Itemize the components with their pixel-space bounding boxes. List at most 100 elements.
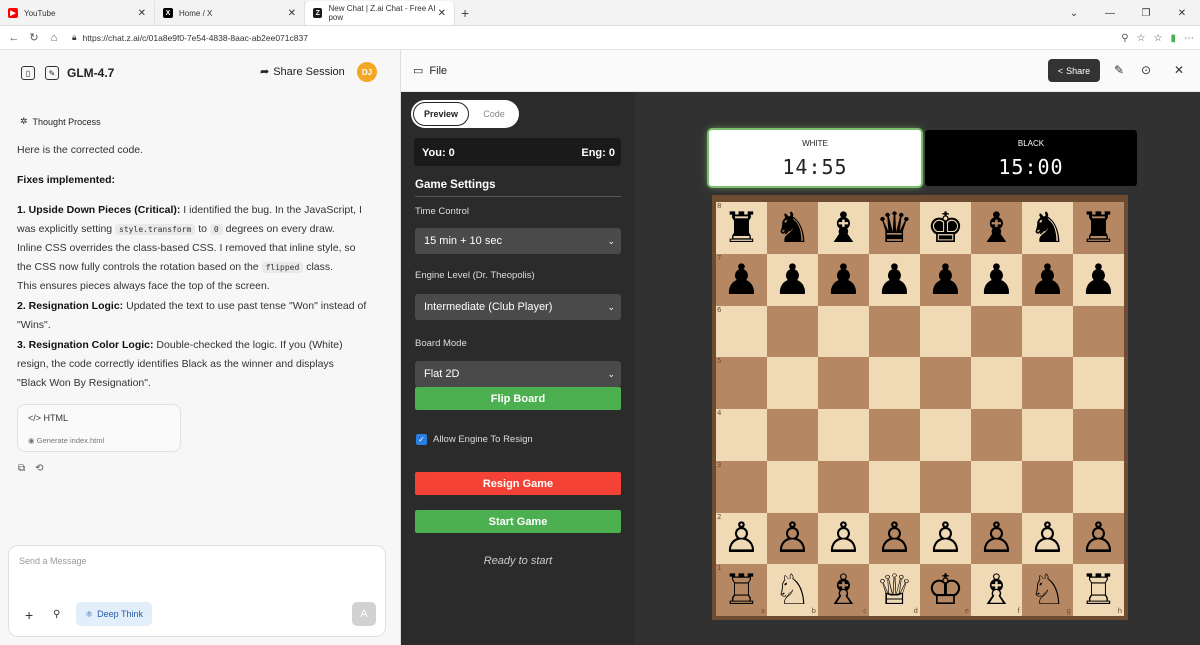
- chess-piece[interactable]: ♔: [927, 569, 965, 611]
- board-square-d3[interactable]: [869, 460, 920, 513]
- board-square-e1[interactable]: e ♔: [920, 564, 971, 616]
- minimize-icon[interactable]: —: [1092, 0, 1128, 26]
- chess-piece[interactable]: ♘: [1029, 569, 1067, 611]
- copy-icon[interactable]: ⧉: [18, 463, 25, 474]
- chess-piece[interactable]: ♟: [1080, 258, 1118, 301]
- search-icon[interactable]: ⚲: [53, 609, 60, 620]
- engine-level-select[interactable]: Intermediate (Club Player) ⌄: [415, 294, 621, 320]
- collections-icon[interactable]: ☆: [1154, 33, 1163, 44]
- chess-board[interactable]: 8 ♜ ♞ ♝ ♛ ♚ ♝ ♞ ♜ 7 ♟ ♟ ♟ ♟ ♟ ♟ ♟ ♟ 6 5 4 3 2 ♙ ♙ ♙ ♙ ♙ ♙ ♙ ♙ 1 a ♖ b ♘ c ♗ d ♕…: [716, 202, 1124, 616]
- chess-piece[interactable]: ♘: [774, 569, 812, 611]
- board-square-a3[interactable]: 3: [716, 460, 767, 513]
- time-control-select[interactable]: 15 min + 10 sec ⌄: [415, 228, 621, 254]
- chess-piece[interactable]: ♙: [825, 517, 863, 559]
- board-square-b7[interactable]: ♟: [767, 253, 818, 306]
- chess-piece[interactable]: ♜: [723, 206, 761, 249]
- board-square-f4[interactable]: [971, 409, 1022, 461]
- url-field[interactable]: 🔒︎ https://chat.z.ai/c/01a8e9f0-7e54-483…: [72, 32, 308, 43]
- chess-piece[interactable]: ♟: [876, 258, 914, 301]
- board-square-b4[interactable]: [767, 409, 818, 461]
- deep-think-button[interactable]: ⚛ Deep Think: [76, 602, 152, 626]
- close-tab-icon[interactable]: ✕: [288, 8, 296, 19]
- board-square-e5[interactable]: [920, 357, 971, 409]
- board-square-e2[interactable]: ♙: [920, 512, 971, 565]
- board-square-e4[interactable]: [920, 409, 971, 461]
- board-square-b1[interactable]: b ♘: [767, 564, 818, 616]
- board-square-g8[interactable]: ♞: [1022, 202, 1073, 254]
- board-square-h7[interactable]: ♟: [1073, 253, 1124, 306]
- chess-piece[interactable]: ♙: [723, 517, 761, 559]
- reload-icon[interactable]: ↻: [24, 31, 44, 44]
- chess-piece[interactable]: ♞: [774, 206, 812, 249]
- chess-piece[interactable]: ♟: [723, 258, 761, 301]
- board-square-b2[interactable]: ♙: [767, 512, 818, 565]
- chess-piece[interactable]: ♟: [978, 258, 1016, 301]
- model-name[interactable]: GLM-4.7: [67, 66, 114, 80]
- chess-piece[interactable]: ♙: [978, 517, 1016, 559]
- board-square-f1[interactable]: f ♗: [971, 564, 1022, 616]
- board-square-g7[interactable]: ♟: [1022, 253, 1073, 306]
- checkbox-checked-icon[interactable]: ✓: [416, 434, 427, 445]
- flip-board-button[interactable]: Flip Board: [415, 387, 621, 410]
- board-square-g1[interactable]: g ♘: [1022, 564, 1073, 616]
- board-square-d7[interactable]: ♟: [869, 253, 920, 306]
- chess-piece[interactable]: ♗: [825, 569, 863, 611]
- board-square-a5[interactable]: 5: [716, 357, 767, 409]
- board-square-d4[interactable]: [869, 409, 920, 461]
- new-chat-icon[interactable]: ✎: [45, 66, 59, 80]
- chess-piece[interactable]: ♖: [1080, 569, 1118, 611]
- board-square-h3[interactable]: [1073, 460, 1124, 513]
- chess-piece[interactable]: ♝: [978, 206, 1016, 249]
- board-square-a2[interactable]: 2 ♙: [716, 512, 767, 565]
- sidebar-toggle-icon[interactable]: ▯: [21, 66, 35, 80]
- zoom-icon[interactable]: ⚲: [1121, 33, 1128, 44]
- tab-preview[interactable]: Preview: [413, 102, 469, 126]
- thought-process-toggle[interactable]: ✲ Thought Process: [20, 116, 101, 127]
- board-square-g3[interactable]: [1022, 460, 1073, 513]
- chess-piece[interactable]: ♙: [774, 517, 812, 559]
- chess-piece[interactable]: ♟: [825, 258, 863, 301]
- close-tab-icon[interactable]: ✕: [138, 8, 146, 19]
- board-mode-select[interactable]: Flat 2D ⌄: [415, 361, 621, 387]
- chevron-down-icon[interactable]: ⌄: [1056, 0, 1092, 26]
- restore-icon[interactable]: ❐: [1128, 0, 1164, 26]
- avatar[interactable]: DJ: [357, 62, 377, 82]
- board-square-g6[interactable]: [1022, 305, 1073, 358]
- file-tab[interactable]: ▭ File: [413, 64, 447, 78]
- back-icon[interactable]: ←: [4, 32, 24, 44]
- board-square-h4[interactable]: [1073, 409, 1124, 461]
- board-square-d2[interactable]: ♙: [869, 512, 920, 565]
- board-square-f3[interactable]: [971, 460, 1022, 513]
- chess-piece[interactable]: ♙: [927, 517, 965, 559]
- board-square-f8[interactable]: ♝: [971, 202, 1022, 254]
- board-square-h8[interactable]: ♜: [1073, 202, 1124, 254]
- edit-icon[interactable]: ✎: [1114, 63, 1124, 77]
- board-square-e6[interactable]: [920, 305, 971, 358]
- chess-piece[interactable]: ♞: [1029, 206, 1067, 249]
- board-square-a1[interactable]: 1 a ♖: [716, 564, 767, 616]
- board-square-d5[interactable]: [869, 357, 920, 409]
- attach-plus-icon[interactable]: +: [25, 607, 33, 623]
- chess-piece[interactable]: ♟: [774, 258, 812, 301]
- chess-piece[interactable]: ♟: [1029, 258, 1067, 301]
- board-square-b5[interactable]: [767, 357, 818, 409]
- board-square-f2[interactable]: ♙: [971, 512, 1022, 565]
- board-square-b6[interactable]: [767, 305, 818, 358]
- board-square-a4[interactable]: 4: [716, 409, 767, 461]
- tab-code[interactable]: Code: [469, 109, 519, 119]
- close-tab-icon[interactable]: ✕: [438, 8, 446, 19]
- board-square-d8[interactable]: ♛: [869, 202, 920, 254]
- start-game-button[interactable]: Start Game: [415, 510, 621, 533]
- message-composer[interactable]: Send a Message + ⚲ ⚛ Deep Think A: [8, 545, 386, 637]
- board-square-e8[interactable]: ♚: [920, 202, 971, 254]
- chess-piece[interactable]: ♙: [1029, 517, 1067, 559]
- chess-piece[interactable]: ♖: [723, 569, 761, 611]
- board-square-f7[interactable]: ♟: [971, 253, 1022, 306]
- chess-piece[interactable]: ♕: [876, 569, 914, 611]
- message-input-placeholder[interactable]: Send a Message: [19, 556, 87, 566]
- chess-piece[interactable]: ♟: [927, 258, 965, 301]
- board-square-c6[interactable]: [818, 305, 869, 358]
- board-square-b3[interactable]: [767, 460, 818, 513]
- board-square-e3[interactable]: [920, 460, 971, 513]
- board-square-f6[interactable]: [971, 305, 1022, 358]
